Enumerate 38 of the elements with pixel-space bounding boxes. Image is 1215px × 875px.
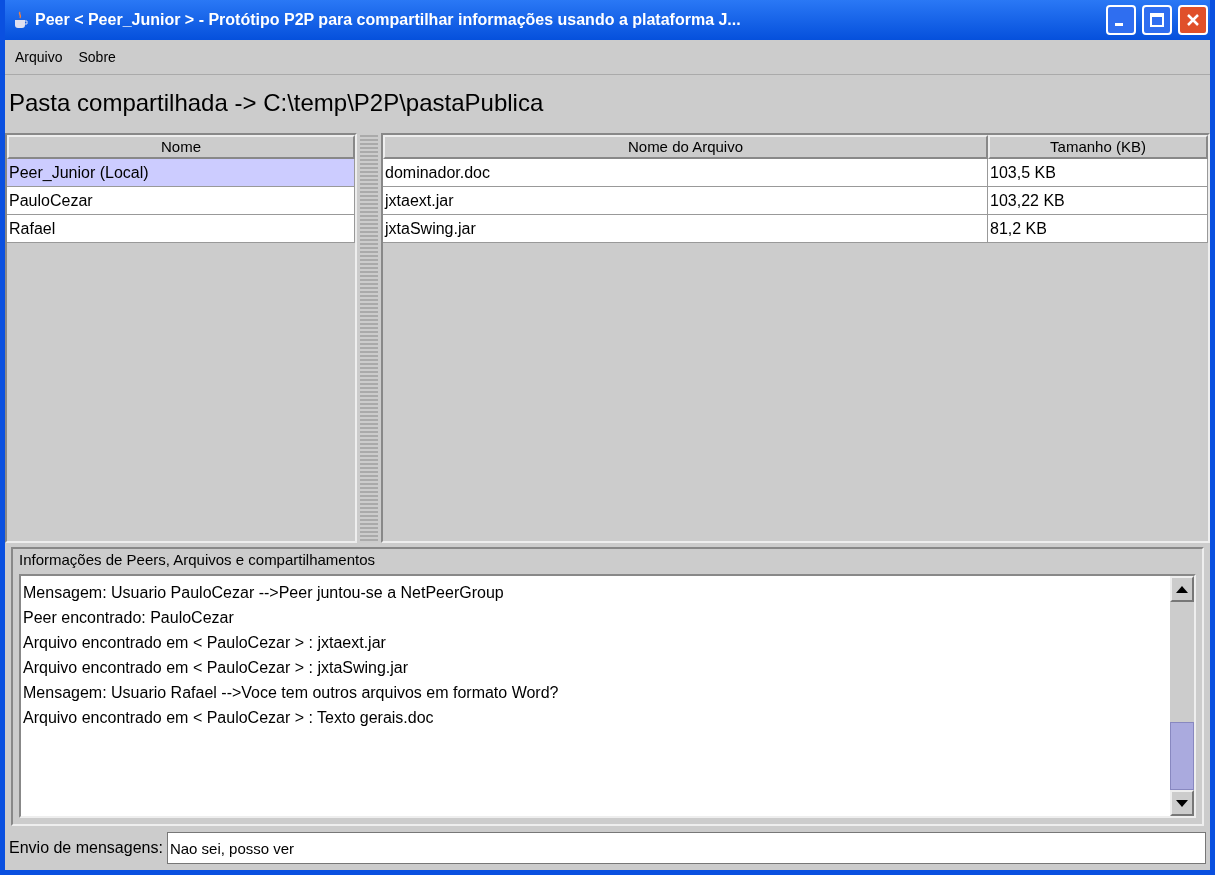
table-cell: dominador.doc bbox=[383, 159, 988, 187]
message-field[interactable]: Nao sei, posso ver bbox=[166, 832, 1206, 864]
peer-row[interactable]: Rafael bbox=[7, 215, 355, 243]
scroll-down-button[interactable] bbox=[1170, 790, 1194, 816]
close-icon bbox=[1186, 13, 1200, 27]
menu-item[interactable]: Arquivo bbox=[9, 47, 69, 67]
close-button[interactable] bbox=[1178, 5, 1208, 35]
table-cell: jxtaext.jar bbox=[383, 187, 988, 215]
log-line: Peer encontrado: PauloCezar bbox=[23, 609, 235, 627]
column-header[interactable]: Nome bbox=[7, 135, 355, 159]
maximize-icon bbox=[1150, 13, 1164, 27]
table-cell: jxtaSwing.jar bbox=[383, 215, 988, 243]
table-cell: 103,5 KB bbox=[988, 159, 1208, 187]
minimize-icon bbox=[1115, 22, 1123, 26]
log-line: Arquivo encontrado em < PauloCezar > : Texto gerais.doc bbox=[23, 709, 435, 727]
maximize-button[interactable] bbox=[1142, 5, 1172, 35]
scroll-up-button[interactable] bbox=[1170, 576, 1194, 602]
table-cell: 81,2 KB bbox=[988, 215, 1208, 243]
log-line: Arquivo encontrado em < PauloCezar > : jxtaext.jar bbox=[23, 634, 387, 652]
window-title: Peer < Peer_Junior > - Protótipo P2P para compartilhar informações usando a plataforma J... bbox=[35, 11, 742, 29]
coffee-cup-icon bbox=[13, 11, 29, 29]
down-arrow-icon bbox=[1176, 799, 1188, 807]
menu-item[interactable]: Sobre bbox=[72, 47, 122, 67]
shared-folder-heading: Pasta compartilhada -> C:\temp\P2P\pastaPublica bbox=[8, 88, 545, 118]
up-arrow-icon bbox=[1176, 585, 1188, 593]
log-line: Mensagem: Usuario Rafael -->Voce tem outros arquivos em formato Word? bbox=[23, 684, 560, 702]
column-header[interactable]: Tamanho (KB) bbox=[988, 135, 1208, 159]
group-title: Informações de Peers, Arquivos e compartilhamentos bbox=[19, 551, 375, 568]
peer-row[interactable]: Peer_Junior (Local) bbox=[7, 159, 355, 187]
scrollbar[interactable] bbox=[1170, 576, 1194, 816]
message-label: Envio de mensagens: bbox=[9, 839, 163, 857]
log-line: Arquivo encontrado em < PauloCezar > : jxtaSwing.jar bbox=[23, 659, 410, 677]
column-header[interactable]: Nome do Arquivo bbox=[383, 135, 988, 159]
minimize-button[interactable] bbox=[1106, 5, 1136, 35]
log-line: Mensagem: Usuario PauloCezar -->Peer juntou-se a NetPeerGroup bbox=[23, 584, 505, 602]
table-cell: 103,22 KB bbox=[988, 187, 1208, 215]
peer-row[interactable]: PauloCezar bbox=[7, 187, 355, 215]
scroll-thumb[interactable] bbox=[1170, 722, 1194, 790]
